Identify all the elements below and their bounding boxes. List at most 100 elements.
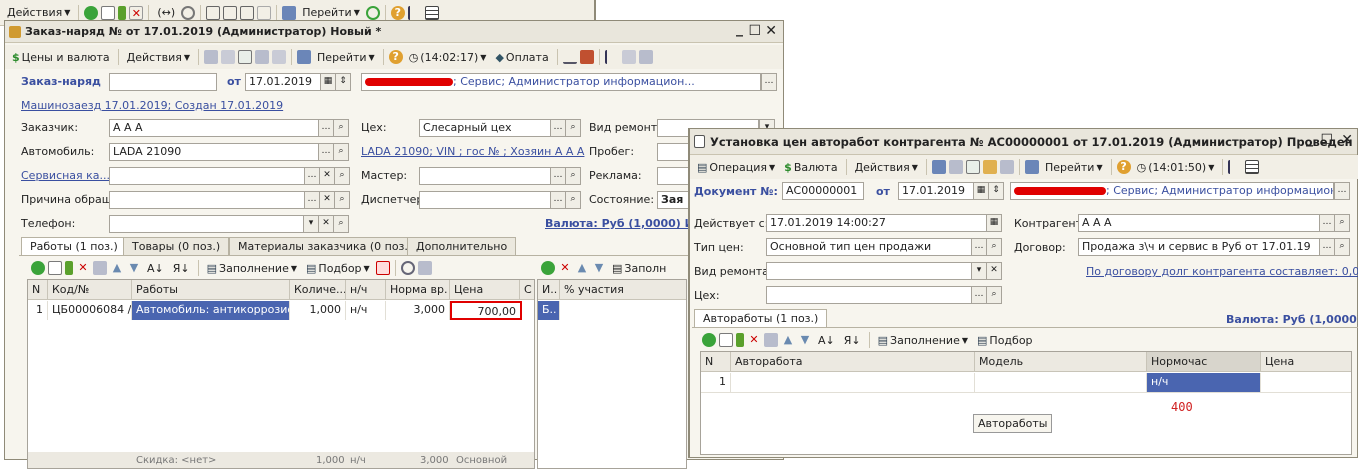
print-icon[interactable]	[965, 160, 980, 174]
select-button[interactable]: …	[761, 73, 777, 91]
select-button[interactable]: …	[304, 191, 320, 209]
column-header[interactable]: Цена	[1261, 352, 1351, 372]
select-button[interactable]: …	[304, 167, 320, 185]
operation-menu[interactable]: ▤ Операция ▼	[694, 158, 778, 176]
customer-field[interactable]: А А А	[109, 119, 319, 137]
column-header[interactable]: Цена	[450, 280, 520, 300]
sort-desc-icon[interactable]: Я↓	[841, 331, 864, 349]
end-edit-icon[interactable]	[764, 333, 778, 347]
prices-goto-menu[interactable]: Перейти ▼	[1042, 158, 1106, 176]
end-edit-icon[interactable]	[93, 261, 107, 275]
row-price[interactable]	[1261, 373, 1351, 392]
prices-org-field[interactable]: ; Сервис; Администратор информацион...	[1010, 182, 1334, 200]
master-field[interactable]	[419, 167, 551, 185]
works-fill-menu[interactable]: ▤ Заполнение ▼	[204, 259, 300, 277]
currency-link[interactable]: Валюта: Руб (1,0000) ИТ	[545, 217, 701, 230]
column-header[interactable]: N	[28, 280, 48, 300]
search-icon[interactable]: ⌕	[333, 215, 349, 233]
sort-asc-icon[interactable]: A↓	[815, 331, 838, 349]
tree-icon[interactable]	[604, 50, 619, 64]
search-icon[interactable]: ⌕	[1334, 214, 1350, 232]
edit-icon[interactable]	[736, 333, 744, 347]
doc-icon[interactable]	[417, 261, 432, 275]
calendar-icon[interactable]: ▦	[973, 182, 989, 200]
select-button[interactable]: …	[550, 119, 566, 137]
reason-field[interactable]	[109, 191, 305, 209]
structure-icon[interactable]	[999, 160, 1014, 174]
select-button[interactable]: …	[1319, 214, 1335, 232]
bg-goto-menu[interactable]: Перейти ▼	[299, 4, 363, 22]
edit-icon[interactable]	[118, 5, 127, 20]
spin-icon[interactable]: ⇕	[335, 73, 351, 91]
unpost-icon[interactable]	[948, 160, 963, 174]
contract-field[interactable]: Продажа з\ч и сервис в Руб от 17.01.19	[1078, 238, 1320, 256]
clock-icon[interactable]	[400, 261, 415, 275]
service-card-link[interactable]: Сервисная ка...	[21, 169, 110, 182]
tab-additional[interactable]: Дополнительно	[407, 237, 517, 255]
order-org-field[interactable]: ; Сервис; Администратор информацион...	[361, 73, 761, 91]
arrow-right-icon[interactable]	[1024, 160, 1039, 174]
dispatcher-field[interactable]	[419, 191, 551, 209]
clear-icon[interactable]: ✕	[986, 262, 1002, 280]
minimize-icon[interactable]: _	[736, 21, 743, 37]
clear-icon[interactable]: ✕	[318, 215, 334, 233]
phone-field[interactable]	[109, 215, 319, 233]
arrow-right-icon[interactable]	[282, 5, 297, 20]
order-actions-menu[interactable]: Действия ▼	[124, 48, 193, 66]
filter-list-icon[interactable]	[223, 5, 238, 20]
add-row-icon[interactable]	[375, 261, 390, 275]
save-icon[interactable]	[982, 160, 997, 174]
help-icon[interactable]: ?	[388, 50, 403, 64]
minimize-icon[interactable]: _	[1306, 131, 1313, 147]
move-down-icon[interactable]: ▼	[592, 261, 606, 275]
column-header[interactable]: Модель	[975, 352, 1147, 372]
contractor-field[interactable]: А А А	[1078, 214, 1320, 232]
prices-repair-field[interactable]	[766, 262, 972, 280]
autoworks-fill-menu[interactable]: ▤ Заполнение ▼	[875, 331, 971, 349]
filter-icon[interactable]	[206, 5, 221, 20]
service-card-field[interactable]	[109, 167, 305, 185]
search-icon[interactable]: ⌕	[986, 286, 1002, 304]
help-icon[interactable]: ?	[390, 5, 405, 20]
settings-icon[interactable]	[638, 50, 653, 64]
print-icon[interactable]	[238, 50, 253, 64]
order-date-field[interactable]: 17.01.2019	[245, 73, 321, 91]
filter-clear-icon[interactable]	[257, 5, 272, 20]
search-icon[interactable]: ⌕	[986, 238, 1002, 256]
tree-icon[interactable]	[407, 5, 422, 20]
report-icon[interactable]	[579, 50, 594, 64]
select-button[interactable]: …	[1334, 182, 1350, 200]
table-row[interactable]: 1 ЦБ00006084 / Автомобиль: антикоррозио.…	[28, 301, 534, 321]
order-number-field[interactable]	[109, 73, 217, 91]
column-header[interactable]: Нормочас	[1147, 352, 1261, 372]
close-icon[interactable]: ✕	[1341, 132, 1353, 148]
row-unit[interactable]: н/ч	[1147, 373, 1261, 392]
arrow-right-icon[interactable]	[297, 50, 312, 64]
move-up-icon[interactable]: ▲	[110, 261, 124, 275]
move-down-icon[interactable]: ▼	[127, 261, 141, 275]
search-icon[interactable]: ⌕	[333, 119, 349, 137]
move-up-icon[interactable]: ▲	[781, 333, 795, 347]
column-header[interactable]: Авторабота	[731, 352, 975, 372]
spin-icon[interactable]: ⇕	[988, 182, 1004, 200]
add-icon[interactable]	[31, 261, 45, 275]
prices-actions-menu[interactable]: Действия ▼	[852, 158, 921, 176]
performer-cell[interactable]: Б..	[538, 301, 560, 320]
clear-icon[interactable]: ✕	[319, 167, 335, 185]
tab-autoworks[interactable]: Автоработы (1 поз.)	[694, 309, 828, 327]
select-button[interactable]: …	[318, 119, 334, 137]
table-row[interactable]: 1 н/ч	[701, 373, 1351, 393]
prices-shop-field[interactable]	[766, 286, 972, 304]
column-header[interactable]: Норма вр.	[386, 280, 450, 300]
select-button[interactable]: …	[550, 191, 566, 209]
add-icon[interactable]	[541, 261, 555, 275]
copy-icon[interactable]	[719, 333, 733, 347]
search-icon[interactable]: ⌕	[565, 119, 581, 137]
search-icon[interactable]: ⌕	[565, 167, 581, 185]
tab-goods[interactable]: Товары (0 поз.)	[123, 237, 230, 255]
unpost-icon[interactable]	[221, 50, 236, 64]
row-autowork[interactable]	[731, 373, 975, 392]
column-header[interactable]: N	[701, 352, 731, 372]
prices-doc-number-field[interactable]: АС00000001	[782, 182, 864, 200]
sort-desc-icon[interactable]: Я↓	[170, 259, 193, 277]
